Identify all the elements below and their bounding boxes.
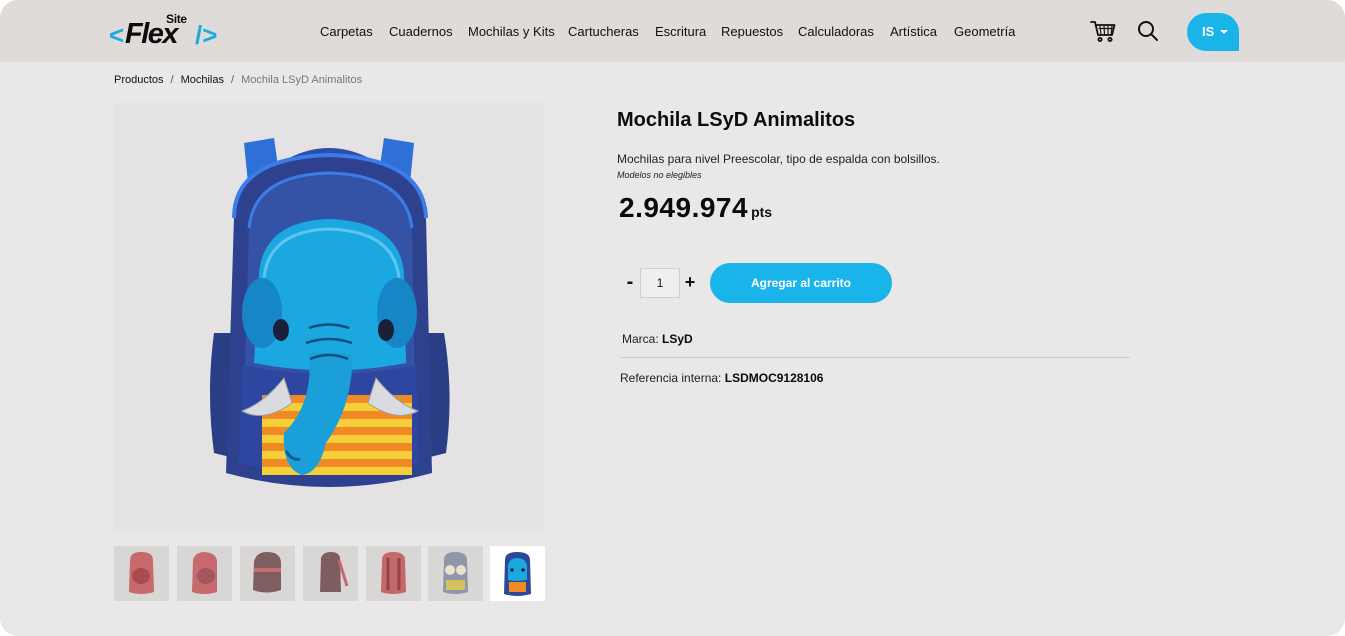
nav-item-cartucheras[interactable]: Cartucheras [568,23,639,41]
site-logo[interactable]: Site < Flex /> [109,12,227,50]
product-title: Mochila LSyD Animalitos [617,109,856,131]
nav-item-artistica[interactable]: Artística [890,23,937,41]
thumbnail-4[interactable] [303,546,358,601]
spec-brand-value: LSyD [662,332,693,346]
backpack-elephant-illustration [210,138,450,487]
breadcrumb-productos[interactable]: Productos [114,74,164,86]
price-value: 2.949.974 [619,192,749,223]
quantity-increment-button[interactable]: + [682,270,698,294]
logo-close-bracket: /> [195,20,218,50]
search-icon[interactable] [1137,20,1159,42]
nav-item-escritura[interactable]: Escritura [655,23,706,41]
spec-reference-row: Referencia interna: LSDMOC9128106 [620,371,823,385]
product-main-image[interactable] [114,103,544,531]
thumbnail-5[interactable] [366,546,421,601]
quantity-decrement-button[interactable]: - [622,270,638,294]
thumbnail-3[interactable] [240,546,295,601]
spec-reference-label: Referencia interna: [620,371,722,385]
site-header: Site < Flex /> Carpetas Cuadernos Mochil… [0,0,1345,62]
user-initials: IS [1202,24,1215,39]
thumbnail-backpack-open [253,552,281,593]
add-to-cart-button[interactable]: Agregar al carrito [710,263,892,303]
thumbnail-backpack-back [381,552,406,594]
thumbnail-6[interactable] [428,546,483,601]
logo-brand-text: Flex [125,18,179,50]
nav-item-carpetas[interactable]: Carpetas [320,23,373,41]
product-description: Mochilas para nivel Preescolar, tipo de … [617,152,940,166]
thumbnail-backpack-side [320,552,349,592]
thumbnail-7[interactable] [490,546,545,601]
chevron-down-icon [1220,30,1228,34]
logo-open-bracket: < [109,20,125,50]
thumbnail-backpack-elephant [504,552,531,596]
spec-reference-value: LSDMOC9128106 [724,371,824,385]
spec-brand-label: Marca: [622,332,659,346]
breadcrumb-mochilas[interactable]: Mochilas [181,74,224,86]
nav-item-geometria[interactable]: Geometría [954,23,1015,41]
quantity-input[interactable] [640,268,680,298]
price-unit: pts [751,204,773,220]
cart-icon[interactable] [1090,19,1116,43]
user-menu-button[interactable]: IS [1187,13,1239,51]
breadcrumb-separator: / [170,74,174,86]
spec-divider [620,357,1130,358]
breadcrumb-separator: / [231,74,235,86]
product-price: 2.949.974 pts [619,192,772,224]
nav-item-cuadernos[interactable]: Cuadernos [389,23,453,41]
product-note: Modelos no elegibles [617,170,702,180]
page-frame: Site < Flex /> Carpetas Cuadernos Mochil… [0,0,1345,636]
thumbnail-backpack-red-angle [192,552,217,594]
nav-item-repuestos[interactable]: Repuestos [721,23,783,41]
thumbnail-backpack-red [129,552,154,594]
thumbnail-backpack-owl [443,552,468,594]
thumbnail-2[interactable] [177,546,232,601]
nav-item-mochilas-y-kits[interactable]: Mochilas y Kits [468,23,555,41]
breadcrumb-current: Mochila LSyD Animalitos [241,74,363,86]
breadcrumb: Productos / Mochilas / Mochila LSyD Animalit… [114,74,362,90]
spec-brand-row: Marca: LSyD [622,332,693,346]
nav-item-calculadoras[interactable]: Calculadoras [798,23,874,41]
thumbnail-1[interactable] [114,546,169,601]
